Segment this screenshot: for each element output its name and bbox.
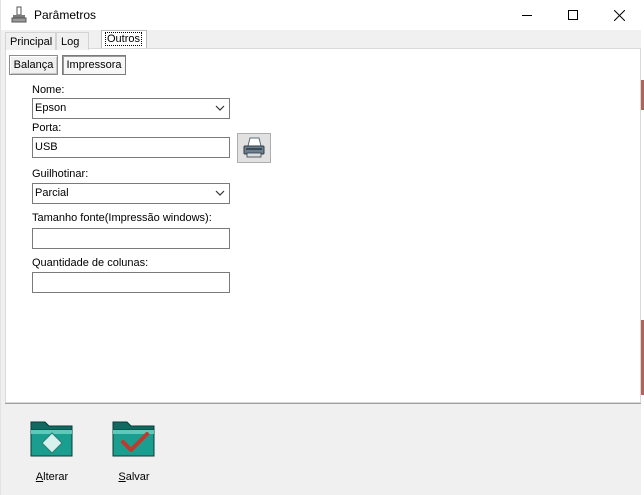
- guilhotinar-select-value: Parcial: [35, 187, 69, 199]
- tamanho-fonte-field[interactable]: [32, 228, 230, 249]
- maximize-icon: [568, 10, 578, 20]
- printer-button[interactable]: [237, 133, 271, 163]
- subtab-balanca[interactable]: Balança: [9, 55, 58, 75]
- subtab-impressora[interactable]: Impressora: [62, 55, 126, 75]
- folder-check-icon: [112, 421, 155, 457]
- close-button[interactable]: [596, 0, 642, 30]
- salvar-button[interactable]: Salvar: [102, 414, 166, 488]
- alterar-label: Alterar: [35, 471, 69, 483]
- app-icon: [11, 6, 27, 23]
- tab-principal[interactable]: Principal: [5, 32, 56, 50]
- guilhotinar-label: Guilhotinar:: [32, 168, 89, 180]
- minimize-icon: [522, 15, 532, 16]
- title-bar[interactable]: Parâmetros: [1, 0, 644, 30]
- tamanho-fonte-label: Tamanho fonte(Impressão windows):: [32, 212, 212, 224]
- quantidade-colunas-field[interactable]: [32, 272, 230, 293]
- nome-label: Nome:: [32, 84, 65, 96]
- tab-outros[interactable]: Outros: [101, 30, 147, 48]
- nome-select-value: Epson: [35, 102, 67, 114]
- chevron-down-icon: [215, 105, 225, 111]
- porta-field[interactable]: USB: [32, 137, 230, 158]
- window-title: Parâmetros: [34, 8, 97, 22]
- tab-outros-label: Outros: [104, 32, 143, 46]
- printer-icon: [243, 137, 265, 158]
- alterar-button[interactable]: Alterar: [20, 414, 84, 488]
- maximize-button[interactable]: [550, 0, 596, 30]
- chevron-down-icon: [215, 190, 225, 196]
- tab-log[interactable]: Log: [56, 32, 89, 50]
- close-icon: [613, 9, 625, 21]
- porta-label: Porta:: [32, 122, 62, 134]
- parametros-window: Parâmetros Principal Log Outros Balança …: [0, 0, 644, 495]
- quantidade-colunas-label: Quantidade de colunas:: [32, 257, 149, 269]
- nome-select[interactable]: Epson: [32, 98, 230, 119]
- footer-toolbar: [5, 404, 641, 495]
- salvar-label: Salvar: [118, 471, 150, 483]
- guilhotinar-select[interactable]: Parcial: [32, 183, 230, 204]
- folder-edit-icon: [30, 421, 73, 457]
- minimize-button[interactable]: [504, 0, 550, 30]
